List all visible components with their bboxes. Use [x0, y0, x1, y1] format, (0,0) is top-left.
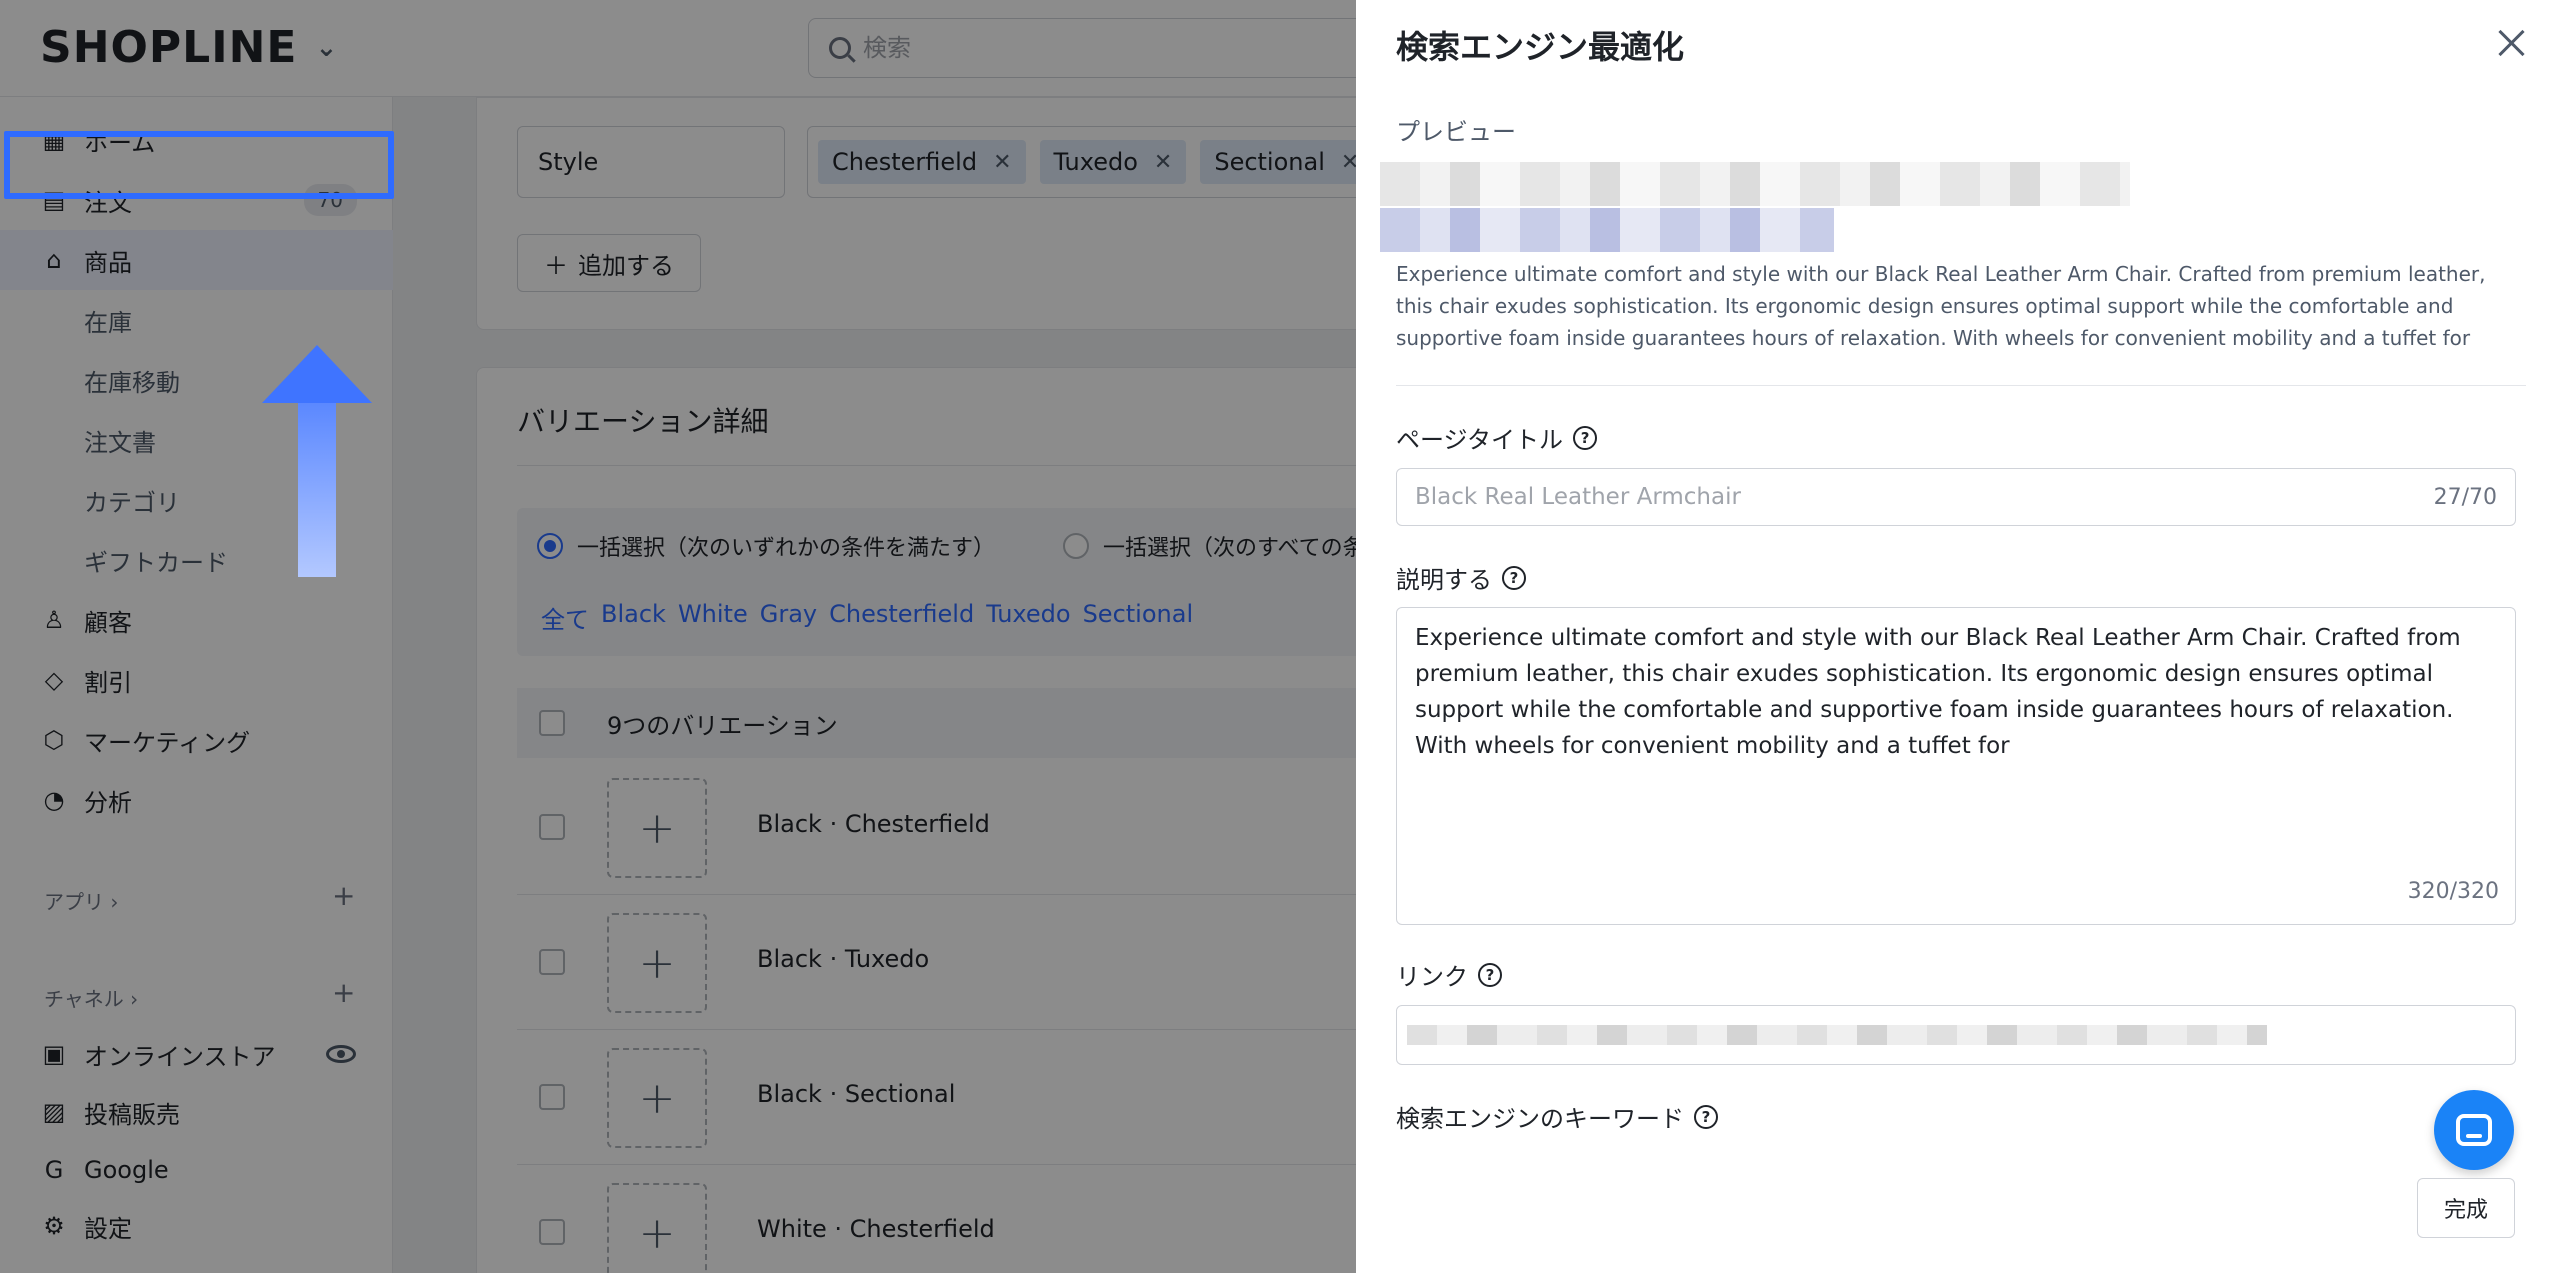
drawer-title: 検索エンジン最適化 [1396, 28, 1685, 66]
arrow-shaft [298, 403, 336, 577]
preview-title-blurred [1380, 162, 2130, 206]
description-text: Experience ultimate comfort and style wi… [1415, 625, 2461, 759]
link-value-blurred [1407, 1025, 2267, 1045]
arrow-head [262, 345, 372, 403]
preview-url-blurred [1380, 208, 1834, 252]
help-icon[interactable]: ? [1502, 565, 1526, 590]
help-icon[interactable]: ? [1694, 1104, 1718, 1129]
description-label: 説明する ? [1396, 560, 1526, 595]
page-title-field[interactable]: 27/70 [1396, 468, 2516, 526]
page-title-label: ページタイトル ? [1396, 420, 1598, 455]
page-title-input[interactable] [1415, 484, 2315, 510]
preview-label: プレビュー [1396, 112, 1516, 147]
page-title-label-text: ページタイトル [1396, 426, 1564, 454]
products-highlight-box [4, 131, 394, 199]
keywords-label-text: 検索エンジンのキーワード [1396, 1105, 1684, 1133]
description-counter: 320/320 [2407, 879, 2499, 904]
description-label-text: 説明する [1396, 566, 1492, 594]
chat-icon [2456, 1114, 2492, 1146]
preview-description: Experience ultimate comfort and style wi… [1396, 262, 2486, 350]
description-textarea[interactable]: Experience ultimate comfort and style wi… [1396, 607, 2516, 925]
divider [1396, 385, 2526, 386]
up-arrow-annotation [262, 345, 372, 577]
preview-label-text: プレビュー [1396, 118, 1516, 146]
help-icon[interactable]: ? [1573, 425, 1598, 450]
page-title-counter: 27/70 [2433, 484, 2497, 510]
keywords-label: 検索エンジンのキーワード ? [1396, 1099, 1718, 1134]
help-icon[interactable]: ? [1478, 962, 1502, 987]
link-label-text: リンク [1396, 963, 1468, 991]
done-button[interactable]: 完成 [2417, 1178, 2515, 1238]
link-label: リンク ? [1396, 957, 1502, 992]
chat-support-button[interactable] [2434, 1090, 2514, 1170]
close-icon[interactable] [2494, 26, 2528, 60]
link-field[interactable] [1396, 1005, 2516, 1065]
seo-drawer: 検索エンジン最適化 プレビュー Experience ultimate comf… [1356, 0, 2550, 1273]
done-button-label: 完成 [2443, 1198, 2488, 1223]
